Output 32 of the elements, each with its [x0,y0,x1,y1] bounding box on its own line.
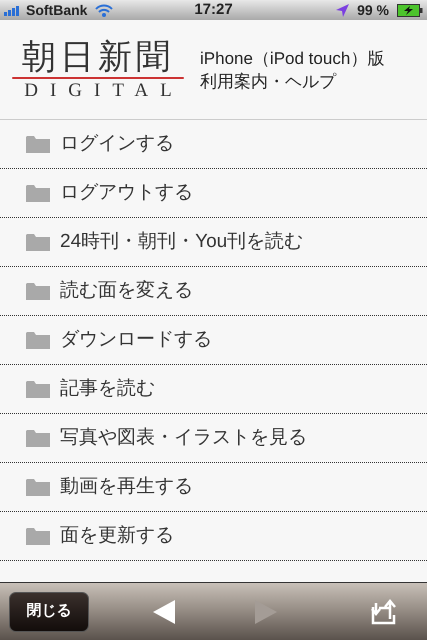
menu-item[interactable]: ログインする [0,120,427,169]
share-icon[interactable] [370,598,398,624]
wifi-icon [95,4,114,16]
signal-icon [4,4,22,16]
folder-icon [26,527,50,545]
folder-icon [26,478,50,496]
menu-item[interactable]: 読む面を変える [0,267,427,316]
logo-title: 朝日新聞 [22,36,174,76]
folder-icon [26,233,50,251]
menu-item[interactable]: ログアウトする [0,169,427,218]
folder-icon [26,380,50,398]
menu-item[interactable]: 面を更新する [0,512,427,561]
battery-percentage: 99 % [357,0,389,20]
logo-subtitle: DIGITAL [23,78,184,102]
menu-item[interactable]: 記事を読む [0,365,427,414]
menu-item[interactable]: 写真や図表・イラストを見る [0,414,427,463]
battery-charging-icon [397,4,423,16]
folder-icon [26,282,50,300]
help-subtitle: 利用案内・ヘルプ [200,70,338,92]
menu-item[interactable]: ダウンロードする [0,316,427,365]
folder-icon [26,429,50,447]
back-arrow-icon[interactable] [153,600,175,624]
location-arrow-icon [336,4,350,16]
carrier-name: SoftBank [26,0,88,20]
edition-label: iPhone（iPod touch）版 [200,48,384,70]
menu-item[interactable]: 24時刊・朝刊・You刊を読む [0,218,427,267]
folder-icon [26,331,50,349]
folder-icon [26,135,50,153]
menu-item[interactable]: 動画を再生する [0,463,427,512]
folder-icon [26,184,50,202]
close-button[interactable]: 閉じる [9,592,89,632]
clock-time: 17:27 [194,0,233,20]
